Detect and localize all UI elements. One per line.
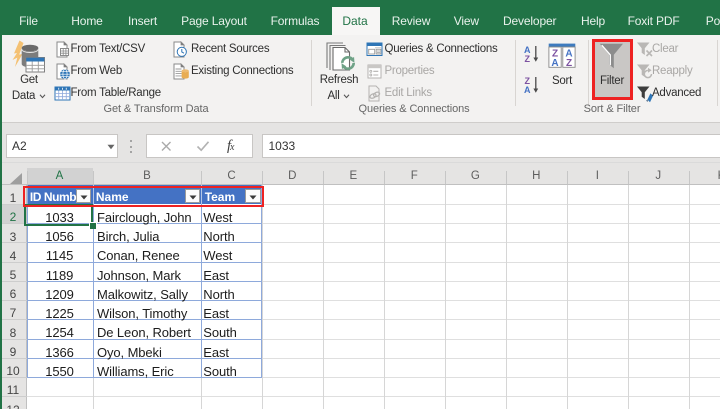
svg-text:Z: Z — [566, 58, 572, 69]
svg-text:A: A — [524, 85, 531, 94]
svg-text:Z: Z — [524, 54, 530, 63]
svg-text:A: A — [551, 58, 558, 69]
